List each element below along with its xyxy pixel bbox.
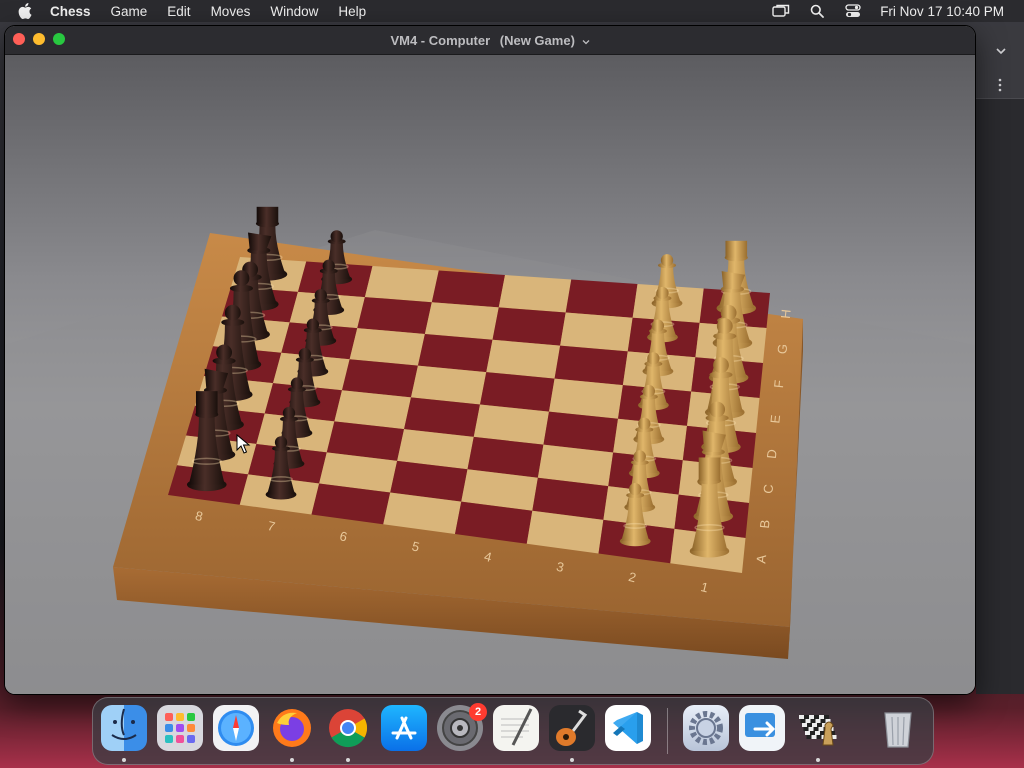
running-indicator	[122, 758, 126, 762]
board-square[interactable]	[549, 378, 623, 419]
board-square[interactable]	[364, 266, 439, 303]
board-square[interactable]	[424, 302, 499, 340]
menubar-clock[interactable]: Fri Nov 17 10:40 PM	[880, 4, 1004, 19]
garageband-icon[interactable]	[549, 705, 595, 751]
board-square[interactable]	[492, 307, 566, 346]
chrome-icon[interactable]	[325, 705, 371, 751]
background-window	[976, 26, 1024, 694]
trash-icon[interactable]	[875, 705, 921, 751]
search-icon[interactable]	[808, 3, 826, 19]
launchpad-icon[interactable]	[157, 705, 203, 751]
menu-help[interactable]: Help	[338, 4, 366, 19]
menu-moves[interactable]: Moves	[211, 4, 251, 19]
chevron-down-icon[interactable]	[582, 33, 590, 48]
safari-icon[interactable]	[213, 705, 259, 751]
screen-mirroring-icon[interactable]	[772, 3, 790, 19]
running-indicator	[816, 758, 820, 762]
menu-edit[interactable]: Edit	[167, 4, 190, 19]
window-title-text: VM4 - Computer	[390, 32, 491, 48]
window-subtitle: (New Game)	[499, 32, 575, 48]
chess-board-view[interactable]: 87654321ABCDEFGH	[5, 55, 975, 694]
window-controls	[13, 33, 65, 45]
chess-icon[interactable]	[795, 705, 841, 751]
running-indicator	[346, 758, 350, 762]
window-title[interactable]: VM4 - Computer (New Game)	[390, 33, 589, 48]
board-square[interactable]	[560, 312, 633, 352]
close-button[interactable]	[13, 33, 25, 45]
dock-separator	[667, 708, 668, 754]
board-rank-label: G	[774, 343, 790, 355]
board-square[interactable]	[565, 279, 638, 318]
finder-icon[interactable]	[101, 705, 147, 751]
chevron-down-icon[interactable]	[996, 42, 1006, 60]
board-rank-label: F	[771, 379, 787, 389]
board-square[interactable]	[498, 275, 572, 313]
board-square[interactable]	[417, 333, 493, 373]
control-center-icon[interactable]	[844, 3, 862, 19]
title-bar[interactable]: VM4 - Computer (New Game)	[5, 26, 975, 55]
board-rank-label: H	[778, 309, 794, 320]
board-rank-label: C	[760, 484, 776, 495]
firefox-icon[interactable]	[269, 705, 315, 751]
board-square[interactable]	[431, 270, 505, 308]
board-square[interactable]	[357, 297, 432, 334]
notification-badge: 2	[469, 703, 487, 721]
board-square[interactable]	[349, 328, 425, 366]
apple-icon[interactable]	[18, 3, 36, 19]
vscode-icon[interactable]	[605, 705, 651, 751]
chess-board-3d[interactable]: 87654321ABCDEFGH	[5, 55, 975, 694]
settings-gear-icon[interactable]	[683, 705, 729, 751]
board-rank-label: D	[764, 449, 780, 460]
dock: 2	[92, 697, 934, 765]
zoom-button[interactable]	[53, 33, 65, 45]
chess-window: VM4 - Computer (New Game) 8 7 6 5 4 3 2 …	[5, 26, 975, 694]
more-options-icon[interactable]	[998, 78, 1002, 97]
textedit-icon[interactable]	[493, 705, 539, 751]
menu-game[interactable]: Game	[111, 4, 148, 19]
menu-bar: Chess Game Edit Moves Window Help Fri No…	[0, 0, 1024, 22]
running-indicator	[290, 758, 294, 762]
menu-chess[interactable]: Chess	[50, 4, 91, 19]
minimize-button[interactable]	[33, 33, 45, 45]
migration-icon[interactable]	[739, 705, 785, 751]
menu-window[interactable]: Window	[270, 4, 318, 19]
board-rank-label: B	[757, 519, 773, 529]
board-square[interactable]	[554, 345, 628, 386]
app-store-icon[interactable]	[381, 705, 427, 751]
running-indicator	[570, 758, 574, 762]
board-square[interactable]	[486, 339, 561, 379]
